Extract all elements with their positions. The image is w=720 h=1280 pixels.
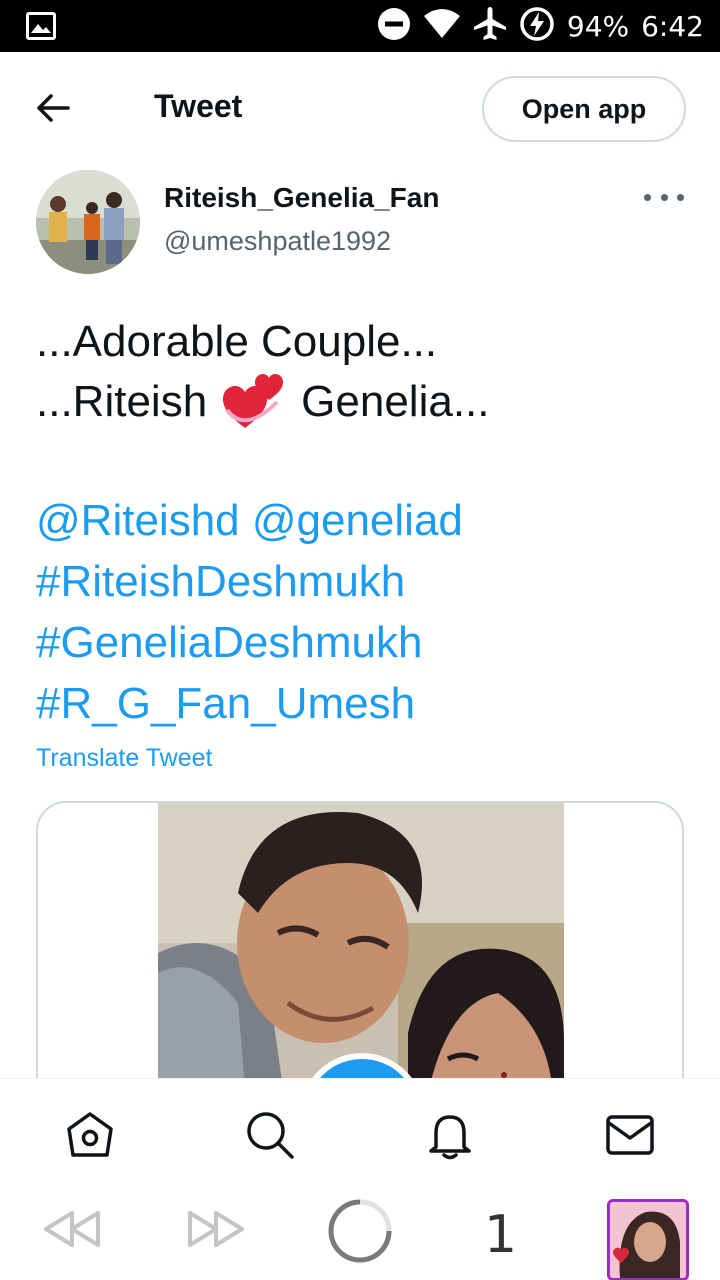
back-button[interactable] <box>32 90 76 126</box>
wifi-icon <box>423 8 461 44</box>
tweet-line: ...Riteish Genelia... <box>36 372 686 432</box>
tweet-tags: @Riteishd @geneliad #RiteishDeshmukh #Ge… <box>36 490 686 734</box>
author-name[interactable]: Riteish_Genelia_Fan <box>164 182 439 214</box>
media-controls-bar: 1 <box>0 1185 720 1280</box>
more-options-button[interactable] <box>644 182 684 212</box>
tweet-text: ...Adorable Couple... ...Riteish Genelia… <box>36 312 686 432</box>
gallery-icon <box>26 12 56 40</box>
tweet-line: ...Adorable Couple... <box>36 317 438 366</box>
page-title: Tweet <box>154 88 243 124</box>
author-handle[interactable]: @umeshpatle1992 <box>164 226 391 257</box>
top-bar: Tweet Open app <box>0 52 720 164</box>
hashtag-link[interactable]: #RiteishDeshmukh <box>36 551 686 612</box>
open-app-button[interactable]: Open app <box>482 76 686 142</box>
tweet-media[interactable] <box>36 801 684 1121</box>
airplane-icon <box>473 6 507 47</box>
thumbnail-image[interactable] <box>607 1199 689 1280</box>
messages-envelope-icon[interactable] <box>602 1107 658 1163</box>
arrow-left-icon <box>37 94 70 122</box>
notifications-bell-icon[interactable] <box>422 1107 478 1163</box>
clock: 6:42 <box>641 9 704 43</box>
fast-forward-icon[interactable] <box>188 1207 246 1251</box>
battery-percentage: 94% <box>566 9 630 43</box>
item-count: 1 <box>484 1205 518 1265</box>
avatar[interactable] <box>36 170 140 274</box>
tweet-line-text: ...Riteish <box>36 377 208 426</box>
do-not-disturb-icon <box>377 7 411 46</box>
battery-charging-icon <box>519 6 555 47</box>
bottom-navigation: 1 <box>0 1078 720 1280</box>
hashtag-link[interactable]: #GeneliaDeshmukh <box>36 612 686 673</box>
tweet-line-text: Genelia... <box>301 377 490 426</box>
more-horizontal-icon <box>644 193 651 201</box>
revolving-hearts-emoji <box>221 372 287 432</box>
translate-tweet-link[interactable]: Translate Tweet <box>36 744 212 773</box>
mention-links[interactable]: @Riteishd @geneliad <box>36 490 686 551</box>
hashtag-link[interactable]: #R_G_Fan_Umesh <box>36 673 686 734</box>
home-icon[interactable] <box>62 1107 118 1163</box>
loading-spinner-icon <box>326 1197 394 1265</box>
rewind-icon[interactable] <box>42 1207 100 1251</box>
search-icon[interactable] <box>242 1107 298 1163</box>
status-bar: 94% 6:42 <box>0 0 720 52</box>
